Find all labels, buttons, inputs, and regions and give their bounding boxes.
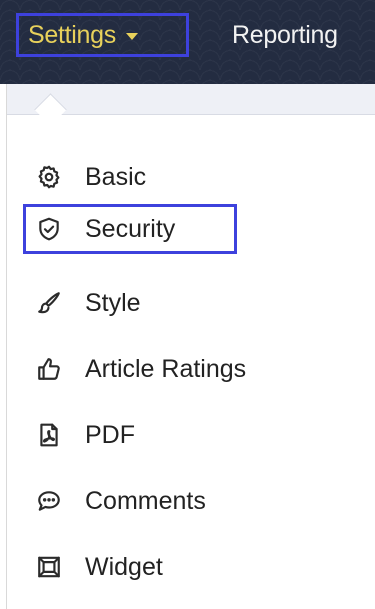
menu-item-basic[interactable]: Basic	[23, 152, 146, 202]
menu-item-label: Style	[85, 288, 141, 317]
thumbs-up-icon	[35, 355, 63, 383]
menu-item-label: Article Ratings	[85, 354, 247, 383]
menu-item-article-ratings[interactable]: Article Ratings	[23, 344, 246, 394]
menu-item-label: Widget	[85, 552, 163, 581]
menu-item-pdf[interactable]: PDF	[23, 410, 135, 460]
settings-label: Settings	[28, 20, 116, 49]
comment-icon	[35, 487, 63, 515]
caret-down-icon	[125, 33, 138, 40]
menu-item-label: Basic	[85, 162, 147, 191]
gear-icon	[35, 163, 63, 191]
top-navigation-bar: Settings Reporting	[0, 0, 375, 84]
menu-item-security[interactable]: Security	[23, 204, 237, 254]
menu-item-style[interactable]: Style	[23, 278, 141, 328]
menu-item-comments[interactable]: Comments	[23, 476, 206, 526]
shield-icon	[35, 215, 63, 243]
page: Settings Reporting Basic Security Style …	[0, 0, 375, 609]
settings-dropdown: Basic Security Style Article Ratings PDF…	[6, 84, 375, 609]
brush-icon	[35, 289, 63, 317]
menu-item-label: PDF	[85, 420, 135, 449]
menu-item-label: Comments	[85, 486, 206, 515]
settings-menu-button[interactable]: Settings	[16, 13, 189, 57]
menu-item-label: Security	[85, 214, 176, 243]
menu-item-widget[interactable]: Widget	[23, 542, 163, 592]
reporting-menu-button[interactable]: Reporting	[232, 13, 338, 57]
pdf-icon	[35, 421, 63, 449]
widget-icon	[35, 553, 63, 581]
reporting-label: Reporting	[232, 20, 338, 49]
